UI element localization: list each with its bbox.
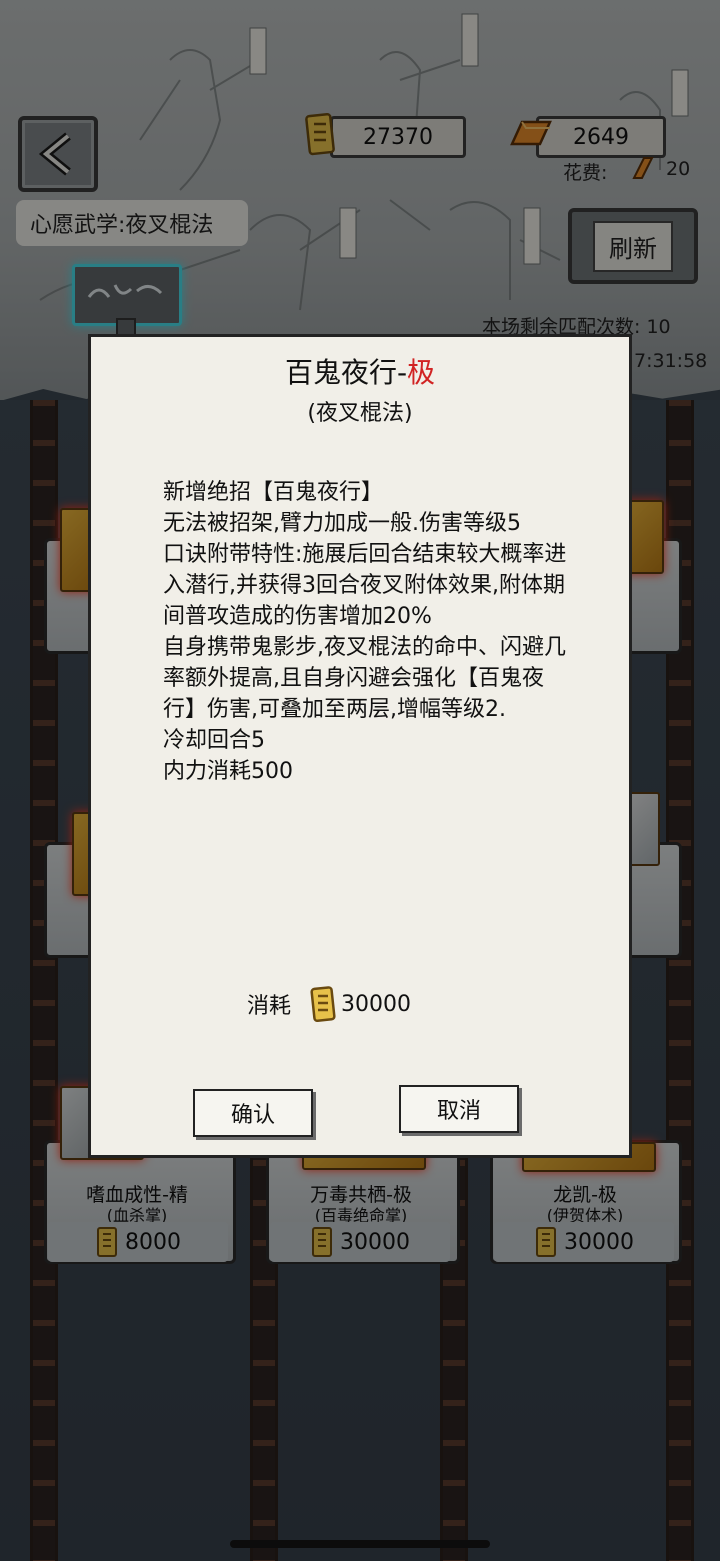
description-line: 口诀附带特性:施展后回合结束较大概率进入潜行,并获得3回合夜叉附体效果,附体期间… — [163, 542, 567, 629]
confirm-label: 确认 — [230, 1103, 275, 1128]
skill-detail-dialog: 百鬼夜行-极 (夜叉棍法) 新增绝招【百鬼夜行】 无法被招架,臂力加成一般.伤害… — [88, 334, 632, 1158]
skill-name: 百鬼夜行- — [284, 356, 408, 389]
dialog-subtitle: (夜叉棍法) — [307, 401, 413, 426]
consume-value: 30000 — [341, 991, 412, 1017]
cancel-label: 取消 — [436, 1099, 481, 1124]
consume-amount: 30000 — [309, 985, 411, 1023]
skill-grade: 极 — [407, 356, 436, 389]
skill-description: 新增绝招【百鬼夜行】 无法被招架,臂力加成一般.伤害等级5 口诀附带特性:施展后… — [163, 477, 575, 787]
description-line: 自身携带鬼影步,夜叉棍法的命中、闪避几率额外提高,且自身闪避会强化【百鬼夜行】伤… — [163, 635, 566, 722]
consume-row: 消耗 30000 — [247, 985, 411, 1023]
ticket-icon — [310, 986, 336, 1023]
cancel-button[interactable]: 取消 — [399, 1085, 519, 1133]
home-indicator[interactable] — [230, 1540, 490, 1548]
dialog-title: 百鬼夜行-极 — [91, 351, 629, 391]
description-line: 新增绝招【百鬼夜行】 — [163, 480, 384, 505]
confirm-button[interactable]: 确认 — [193, 1089, 313, 1137]
consume-label: 消耗 — [247, 994, 292, 1019]
description-line: 无法被招架,臂力加成一般.伤害等级5 — [163, 511, 521, 536]
description-line: 冷却回合5 — [163, 728, 265, 753]
description-line: 内力消耗500 — [163, 759, 293, 784]
